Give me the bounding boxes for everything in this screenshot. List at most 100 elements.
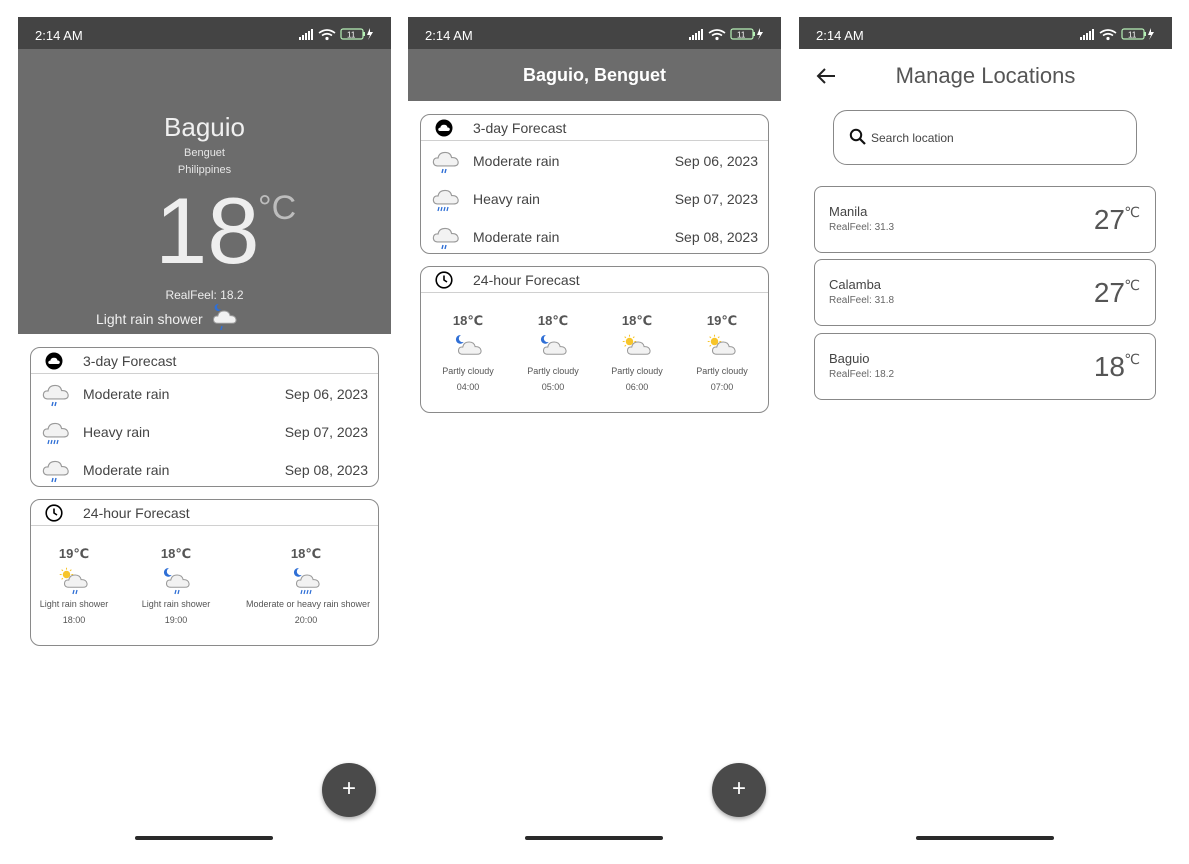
forecast-description: Moderate rain xyxy=(83,462,170,478)
daily-forecast-card: 3-day Forecast Moderate rain Sep 06, 202… xyxy=(30,347,379,487)
home-indicator[interactable] xyxy=(525,836,663,840)
location-detail-screen: 2:14 AM 11 Baguio, Benguet 3-day Forecas… xyxy=(408,17,781,847)
location-realfeel: RealFeel: 18.2 xyxy=(829,369,895,380)
heavy-rain-cloud-icon xyxy=(42,422,69,445)
daily-forecast-card: 3-day Forecast Moderate rain Sep 06, 202… xyxy=(420,114,769,254)
hour-time: 20:00 xyxy=(294,615,318,625)
search-icon xyxy=(849,128,866,145)
hour-condition: Moderate or heavy rain shower xyxy=(246,599,371,609)
location-realfeel: RealFeel: 31.8 xyxy=(829,295,895,306)
rain-cloud-icon xyxy=(432,227,459,250)
sun-cloud-icon xyxy=(707,334,736,355)
location-temp-unit: ℃ xyxy=(1124,204,1140,220)
search-box[interactable] xyxy=(833,110,1137,165)
hour-temperature: 19℃ xyxy=(706,313,738,328)
forecast-description: Moderate rain xyxy=(83,386,170,402)
forecast-date: Sep 06, 2023 xyxy=(674,153,758,169)
cloud-icon xyxy=(45,352,63,370)
hourly-forecast-header: 24-hour Forecast xyxy=(421,267,768,293)
location-temperature: 18 xyxy=(1093,351,1125,382)
heavy-rain-cloud-icon xyxy=(432,189,459,212)
forecast-row: Heavy rain Sep 07, 2023 xyxy=(421,179,768,217)
forecast-date: Sep 07, 2023 xyxy=(284,424,368,440)
home-indicator[interactable] xyxy=(135,836,273,840)
rain-cloud-icon xyxy=(432,151,459,174)
weather-home-screen: 2:14 AM 11 Baguio Benguet Philippines 18… xyxy=(18,17,391,847)
forecast-date: Sep 06, 2023 xyxy=(284,386,368,402)
svg-text:11: 11 xyxy=(347,31,356,40)
forecast-row: Moderate rain Sep 06, 2023 xyxy=(421,141,768,179)
forecast-date: Sep 08, 2023 xyxy=(674,229,758,245)
realfeel-value: RealFeel: 18.2 xyxy=(165,288,244,302)
hour-temperature: 18℃ xyxy=(160,546,192,561)
location-name: Manila xyxy=(829,204,868,219)
search-input[interactable] xyxy=(871,128,1121,148)
location-name: Calamba xyxy=(829,277,882,292)
status-time: 2:14 AM xyxy=(35,28,83,43)
page-title: Baguio, Benguet xyxy=(408,49,781,101)
daily-forecast-title: 3-day Forecast xyxy=(83,353,177,369)
country-name: Philippines xyxy=(177,164,232,176)
page-title: Manage Locations xyxy=(799,63,1172,89)
status-bar: 2:14 AM 11 xyxy=(799,17,1172,49)
hourly-list: 19℃ Light rain shower 18:00 18℃ Light ra… xyxy=(31,526,378,646)
location-realfeel: RealFeel: 31.3 xyxy=(829,222,895,233)
status-time: 2:14 AM xyxy=(816,28,864,43)
location-temp-unit: ℃ xyxy=(1124,351,1140,367)
current-weather-panel: Baguio Benguet Philippines 18 °C RealFee… xyxy=(18,49,391,334)
moon-cloud-icon xyxy=(540,335,567,355)
status-bar: 2:14 AM 11 xyxy=(18,17,391,49)
sun-rain-cloud-icon xyxy=(59,567,88,595)
forecast-description: Heavy rain xyxy=(473,191,540,207)
moon-rain-cloud-icon xyxy=(163,568,190,595)
system-icons: 11 xyxy=(1080,28,1154,41)
hourly-forecast-header: 24-hour Forecast xyxy=(31,500,378,526)
location-card-baguio[interactable]: Baguio RealFeel: 18.2 18 ℃ xyxy=(814,333,1156,400)
rain-cloud-icon xyxy=(42,384,69,407)
forecast-row: Heavy rain Sep 07, 2023 xyxy=(31,412,378,450)
manage-locations-screen: 2:14 AM 11 Manage Locations Manila RealF… xyxy=(799,17,1172,847)
forecast-description: Heavy rain xyxy=(83,424,150,440)
forecast-date: Sep 08, 2023 xyxy=(284,462,368,478)
location-temperature: 27 xyxy=(1093,277,1125,308)
svg-text:11: 11 xyxy=(1128,31,1137,40)
forecast-description: Moderate rain xyxy=(473,229,560,245)
add-location-button[interactable]: + xyxy=(712,763,766,817)
region-name: Benguet xyxy=(184,147,225,159)
cloud-icon xyxy=(435,119,453,137)
city-name: Baguio xyxy=(164,112,245,142)
home-indicator[interactable] xyxy=(916,836,1054,840)
location-card-manila[interactable]: Manila RealFeel: 31.3 27 ℃ xyxy=(814,186,1156,253)
daily-forecast-header: 3-day Forecast xyxy=(31,348,378,374)
daily-forecast-header: 3-day Forecast xyxy=(421,115,768,141)
moon-heavy-rain-cloud-icon xyxy=(293,568,320,595)
clock-icon xyxy=(45,504,63,522)
sun-cloud-icon xyxy=(622,334,651,355)
hour-item: 19℃ Partly cloudy 07:00 xyxy=(662,293,781,392)
system-icons: 11 xyxy=(299,28,373,41)
forecast-row: Moderate rain Sep 08, 2023 xyxy=(421,217,768,255)
hourly-forecast-title: 24-hour Forecast xyxy=(83,505,190,521)
location-card-calamba[interactable]: Calamba RealFeel: 31.8 27 ℃ xyxy=(814,259,1156,326)
moon-rain-cloud-icon xyxy=(212,303,237,331)
location-name: Baguio xyxy=(829,351,870,366)
forecast-row: Moderate rain Sep 06, 2023 xyxy=(31,374,378,412)
system-icons: 11 xyxy=(689,28,763,41)
hourly-forecast-title: 24-hour Forecast xyxy=(473,272,580,288)
hourly-list: 18℃ Partly cloudy 04:00 18℃ Partly cloud… xyxy=(421,293,768,413)
rain-cloud-icon xyxy=(42,460,69,483)
forecast-row: Moderate rain Sep 08, 2023 xyxy=(31,450,378,488)
page-title-text: Manage Locations xyxy=(895,63,1076,88)
hour-condition: Light rain shower xyxy=(141,599,211,609)
daily-forecast-title: 3-day Forecast xyxy=(473,120,567,136)
add-location-button[interactable]: + xyxy=(322,763,376,817)
hourly-forecast-card: 24-hour Forecast 18℃ Partly cloudy 04:00… xyxy=(420,266,769,413)
hour-condition: Partly cloudy xyxy=(696,366,748,376)
svg-text:11: 11 xyxy=(737,31,746,40)
hour-time: 19:00 xyxy=(164,615,188,625)
clock-icon xyxy=(435,271,453,289)
forecast-description: Moderate rain xyxy=(473,153,560,169)
forecast-date: Sep 07, 2023 xyxy=(674,191,758,207)
current-condition: Light rain shower xyxy=(96,311,203,327)
current-temperature: 18 xyxy=(155,178,260,283)
